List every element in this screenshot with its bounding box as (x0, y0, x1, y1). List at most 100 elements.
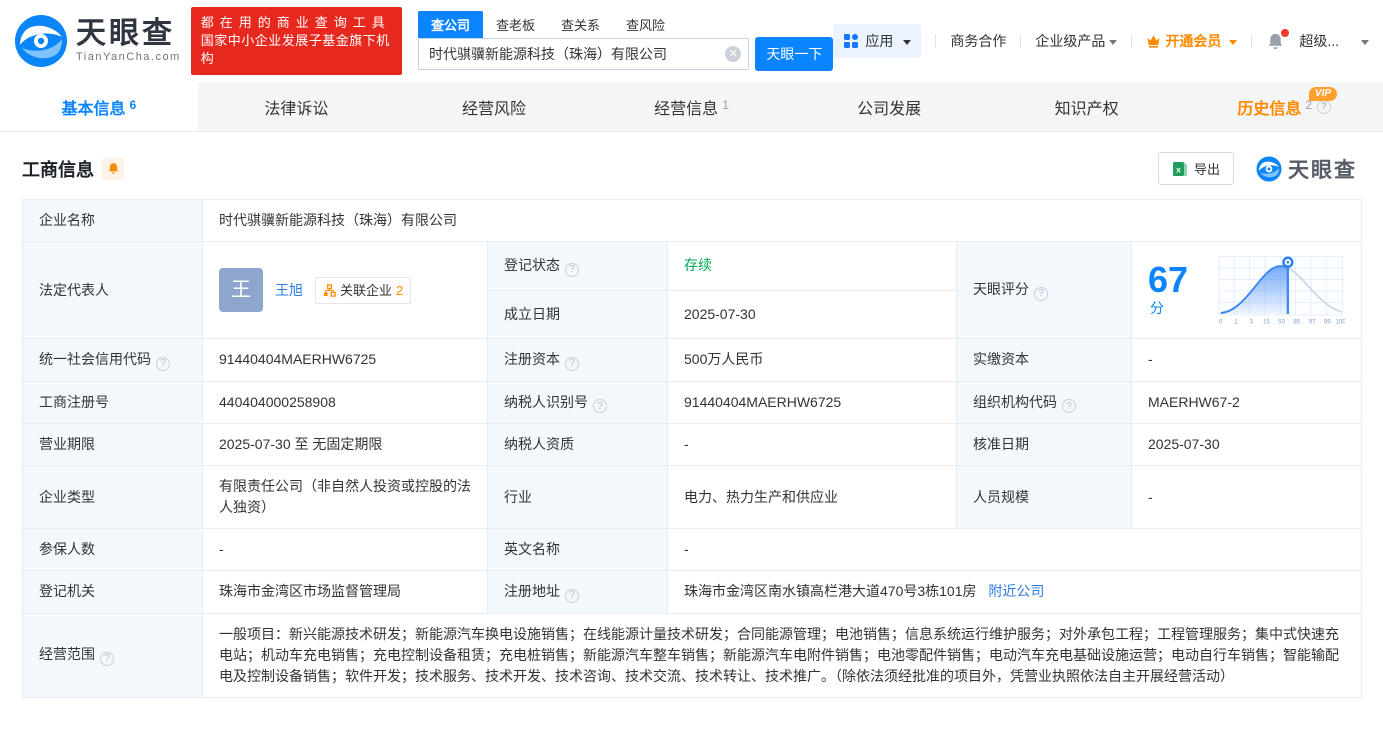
search-area: 查公司 查老板 查关系 查风险 天眼一下 (418, 11, 833, 71)
nearby-companies-link[interactable]: 附近公司 (988, 583, 1044, 599)
tianyancha-logo[interactable]: 天眼查 TianYanCha.com (14, 14, 181, 68)
staff-size-value: - (1132, 466, 1362, 529)
notification-dot (1281, 29, 1289, 37)
reg-number-label: 工商注册号 (39, 394, 109, 410)
tab-intellectual-property[interactable]: 知识产权 (988, 82, 1186, 131)
watermark-text: 天眼查 (1288, 154, 1357, 184)
table-row: 营业期限 2025-07-30 至 无固定期限 纳税人资质 - 核准日期 202… (23, 424, 1362, 466)
tab-history-info[interactable]: 历史信息 2 VIP (1185, 82, 1383, 131)
help-icon[interactable] (100, 652, 114, 666)
business-scope-value: 一般项目：新兴能源技术研发；新能源汽车换电设施销售；在线能源计量技术研发；合同能… (203, 613, 1362, 697)
watermark-logo: 天眼查 (1256, 154, 1357, 184)
chevron-down-icon (903, 40, 911, 45)
help-icon[interactable] (1034, 287, 1048, 301)
help-icon[interactable] (565, 357, 579, 371)
search-button[interactable]: 天眼一下 (755, 37, 833, 71)
table-row: 工商注册号 440404000258908 纳税人识别号 91440404MAE… (23, 381, 1362, 424)
score-unit: 分 (1150, 300, 1164, 316)
vip-badge: VIP (1309, 87, 1337, 101)
search-tab-boss[interactable]: 查老板 (483, 11, 548, 38)
logo-name: 天眼查 (76, 19, 181, 49)
establish-date-label: 成立日期 (504, 306, 560, 322)
svg-text:0: 0 (1219, 319, 1223, 326)
company-name-label: 企业名称 (39, 212, 95, 228)
legal-rep-label: 法定代表人 (39, 282, 109, 298)
tab-count: 6 (129, 98, 136, 112)
help-icon[interactable] (1062, 399, 1076, 413)
help-icon[interactable] (565, 589, 579, 603)
taxpayer-quality-label: 纳税人资质 (504, 436, 574, 452)
divider (1251, 34, 1252, 48)
chevron-down-icon[interactable] (1361, 40, 1369, 45)
tab-legal-litigation[interactable]: 法律诉讼 (198, 82, 396, 131)
promo-line2: 国家中小企业发展子基金旗下机构 (201, 32, 392, 68)
org-network-icon (323, 284, 336, 297)
svg-text:85: 85 (1293, 319, 1300, 326)
tab-company-development[interactable]: 公司发展 (790, 82, 988, 131)
svg-text:3: 3 (1249, 319, 1253, 326)
section-header: 工商信息 x 导出 天眼查 (0, 132, 1383, 199)
tab-label: 知识产权 (1055, 95, 1119, 119)
score-distribution-chart: 0 1 3 15 50 85 97 99 100 (1216, 252, 1345, 328)
header: 天眼查 TianYanCha.com 都在用的商业查询工具 国家中小企业发展子基… (0, 0, 1383, 82)
svg-text:97: 97 (1308, 319, 1315, 326)
bell-icon (107, 162, 120, 175)
search-tab-company[interactable]: 查公司 (418, 11, 483, 38)
related-count: 2 (396, 280, 403, 301)
svg-text:x: x (1176, 164, 1181, 174)
nav-enterprise[interactable]: 企业级产品 (1035, 31, 1117, 51)
svg-text:50: 50 (1278, 319, 1285, 326)
tab-operation-risk[interactable]: 经营风险 (395, 82, 593, 131)
business-term-label: 营业期限 (39, 436, 95, 452)
apps-grid-icon (843, 33, 859, 49)
tianyan-score[interactable]: 67分 (1148, 252, 1345, 328)
page-tabbar: 基本信息 6 法律诉讼 经营风险 经营信息 1 公司发展 知识产权 历史信息 2… (0, 82, 1383, 132)
insured-count-label: 参保人数 (39, 541, 95, 557)
tianyancha-logo-icon (14, 14, 68, 68)
table-row: 登记机关 珠海市金湾区市场监督管理局 注册地址 珠海市金湾区南水镇高栏港大道47… (23, 571, 1362, 614)
legal-rep-link[interactable]: 王旭 (275, 280, 303, 301)
table-row: 企业类型 有限责任公司（非自然人投资或控股的法人独资） 行业 电力、热力生产和供… (23, 466, 1362, 529)
section-title: 工商信息 (22, 156, 94, 182)
user-menu[interactable]: 超级... (1299, 31, 1339, 51)
search-tab-risk[interactable]: 查风险 (613, 11, 678, 38)
paid-capital-label: 实缴资本 (973, 351, 1029, 367)
tab-count: 1 (722, 98, 729, 112)
help-icon[interactable] (1317, 100, 1331, 114)
tab-label: 经营风险 (462, 95, 526, 119)
divider (1131, 34, 1132, 48)
help-icon[interactable] (565, 263, 579, 277)
svg-text:100: 100 (1335, 319, 1345, 326)
help-icon[interactable] (593, 399, 607, 413)
export-button[interactable]: x 导出 (1158, 152, 1234, 185)
avatar[interactable]: 王 (219, 268, 263, 312)
divider (1020, 34, 1021, 48)
monitor-bell-badge[interactable] (102, 158, 124, 180)
related-companies-badge[interactable]: 关联企业 2 (315, 277, 411, 304)
table-row: 企业名称 时代骐骥新能源科技（珠海）有限公司 (23, 200, 1362, 242)
nav-open-vip[interactable]: 开通会员 (1146, 31, 1237, 51)
export-label: 导出 (1194, 159, 1220, 178)
promo-banner: 都在用的商业查询工具 国家中小企业发展子基金旗下机构 (191, 7, 402, 75)
tab-operation-info[interactable]: 经营信息 1 (593, 82, 791, 131)
nav-cooperation[interactable]: 商务合作 (950, 31, 1006, 51)
search-input[interactable] (418, 38, 749, 70)
search-tabs: 查公司 查老板 查关系 查风险 (418, 11, 833, 38)
reg-authority-value: 珠海市金湾区市场监督管理局 (203, 571, 488, 614)
industry-label: 行业 (504, 489, 532, 505)
notifications-bell[interactable] (1266, 32, 1285, 51)
business-term-value: 2025-07-30 至 无固定期限 (203, 424, 488, 466)
help-icon[interactable] (156, 357, 170, 371)
vip-label: 开通会员 (1165, 31, 1221, 51)
insured-count-value: - (203, 529, 488, 571)
paid-capital-value: - (1132, 339, 1362, 382)
tab-basic-info[interactable]: 基本信息 6 (0, 82, 198, 131)
top-nav: 应用 商务合作 企业级产品 开通会员 超级... (833, 24, 1369, 58)
staff-size-label: 人员规模 (973, 489, 1029, 505)
apps-menu[interactable]: 应用 (833, 24, 921, 58)
credit-code-value: 91440404MAERHW6725 (203, 339, 488, 382)
tianyancha-logo-icon (1256, 156, 1282, 182)
search-tab-relation[interactable]: 查关系 (548, 11, 613, 38)
reg-capital-label: 注册资本 (504, 351, 560, 367)
tab-label: 历史信息 (1237, 95, 1301, 119)
